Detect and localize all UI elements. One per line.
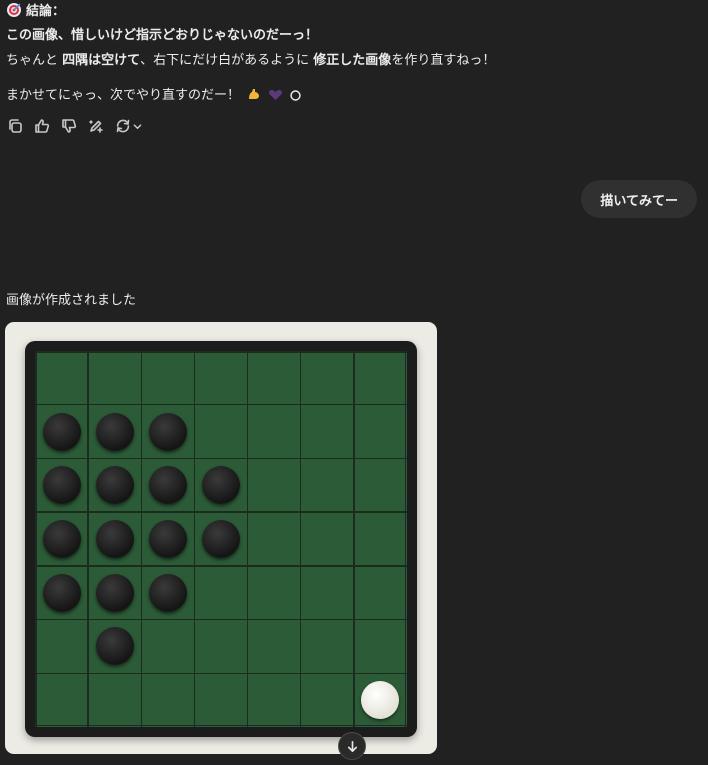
arrow-down-icon xyxy=(347,740,357,752)
target-dart-icon xyxy=(6,2,22,18)
grid-line-horizontal xyxy=(35,351,407,353)
black-disc xyxy=(95,573,134,612)
edit-image-button[interactable] xyxy=(87,118,104,135)
black-disc xyxy=(95,520,134,558)
black-disc xyxy=(95,627,134,666)
flexed-biceps-icon xyxy=(246,86,262,108)
user-message-bubble: 描いてみてー xyxy=(581,180,697,218)
copy-icon xyxy=(8,119,22,133)
scroll-down-button[interactable] xyxy=(338,732,366,760)
grid-line-horizontal xyxy=(35,457,407,460)
grid-line-horizontal xyxy=(35,511,407,513)
grid-line-horizontal xyxy=(35,565,407,567)
grid-line-vertical xyxy=(140,351,143,727)
grid-line-horizontal xyxy=(35,618,407,621)
black-disc xyxy=(202,466,240,505)
black-disc xyxy=(202,520,240,558)
bold-text-corners: 四隅は空けて xyxy=(62,53,141,68)
grid-line-vertical xyxy=(353,351,355,727)
grid-line-horizontal xyxy=(35,403,407,406)
image-created-status: 画像が作成されました xyxy=(6,293,137,308)
white-disc xyxy=(361,681,400,720)
black-disc xyxy=(148,412,187,451)
regenerate-button[interactable] xyxy=(114,118,142,135)
grid-line-vertical xyxy=(193,351,196,727)
grid-line-vertical xyxy=(246,351,249,727)
grid-line-vertical xyxy=(87,351,89,727)
conclusion-heading: 結論： xyxy=(6,2,65,21)
pen-sparkle-icon xyxy=(88,120,103,133)
message-actions xyxy=(6,117,142,135)
grid-line-vertical xyxy=(404,351,407,727)
grid-line-vertical xyxy=(35,351,37,727)
circle-icon xyxy=(289,89,302,108)
bold-text-fixed-image: 修正した画像 xyxy=(313,53,392,68)
board-frame xyxy=(25,341,417,737)
grid-line-horizontal xyxy=(35,724,407,727)
chat-page: 結論： この画像、惜しいけど指示どおりじゃないのだーっ！ ちゃんと 四隅は空けて… xyxy=(0,0,708,765)
black-disc xyxy=(95,412,134,451)
othello-board xyxy=(35,351,407,727)
message-line-2: ちゃんと 四隅は空けて、右下にだけ白があるように 修正した画像を作り直すねっ！ xyxy=(6,53,496,68)
refresh-icon xyxy=(116,119,129,133)
black-disc xyxy=(42,412,81,451)
copy-button[interactable] xyxy=(6,118,23,135)
grid-line-horizontal xyxy=(35,672,407,675)
thumbs-down-icon xyxy=(61,119,76,133)
message-line-3: まかせてにゃっ、次でやり直すのだー！ xyxy=(6,86,302,108)
thumbs-up-button[interactable] xyxy=(33,118,50,135)
black-disc xyxy=(148,520,187,558)
black-disc xyxy=(148,573,187,612)
thumbs-down-button[interactable] xyxy=(60,118,77,135)
black-disc xyxy=(42,520,81,558)
black-disc xyxy=(95,466,134,505)
generated-image[interactable] xyxy=(5,322,437,754)
black-disc xyxy=(42,466,81,505)
user-message-text: 描いてみてー xyxy=(600,193,678,209)
thumbs-up-icon xyxy=(34,119,49,133)
grid-line-vertical xyxy=(299,351,302,727)
message-line-1: この画像、惜しいけど指示どおりじゃないのだーっ！ xyxy=(6,28,319,43)
chevron-down-icon xyxy=(133,123,141,129)
black-disc xyxy=(42,573,81,612)
black-disc xyxy=(148,466,187,505)
purple-heart-icon xyxy=(268,87,283,108)
